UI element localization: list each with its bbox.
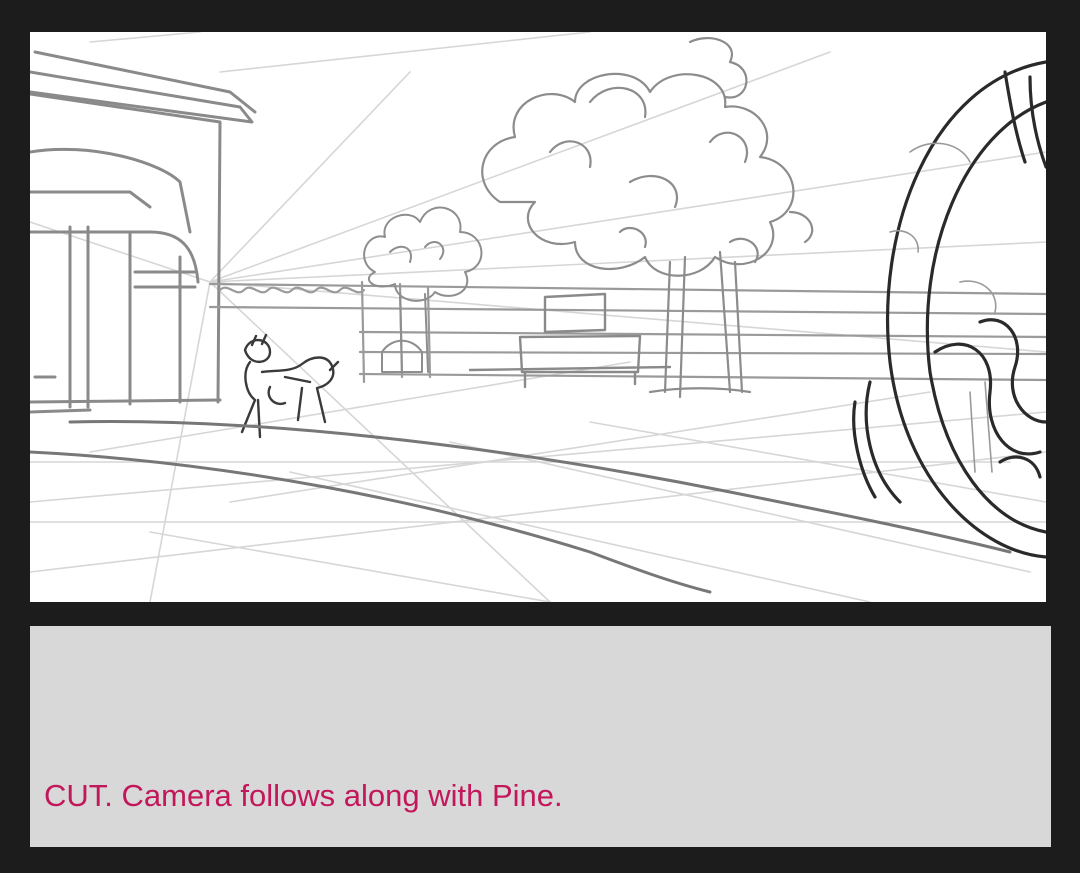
- ground-path-sketch: [30, 420, 1012, 594]
- building-sketch: [30, 50, 257, 414]
- panel-caption: CUT. Camera follows along with Pine.: [44, 778, 563, 813]
- small-tree-sketch: [363, 206, 483, 373]
- pine-character-sketch: [240, 333, 340, 439]
- storyboard-panel: [30, 32, 1046, 602]
- bench-sketch: [468, 292, 672, 389]
- storyboard-notes-box: CUT. Camera follows along with Pine.: [30, 626, 1051, 847]
- sketch-drawing: [30, 32, 1046, 602]
- big-tree-sketch: [481, 37, 814, 399]
- foreground-object-sketch: [852, 60, 1046, 559]
